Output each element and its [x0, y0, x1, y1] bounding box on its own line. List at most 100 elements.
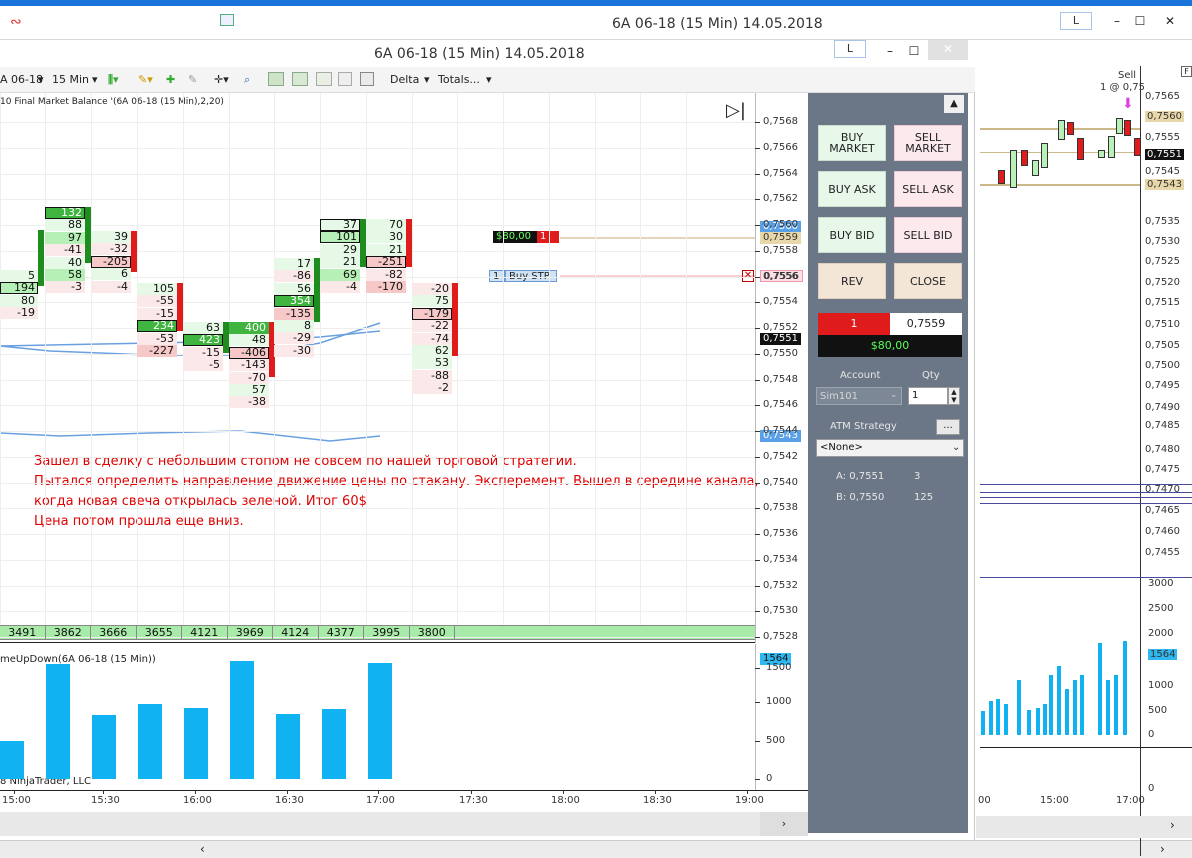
grid-line — [0, 508, 755, 510]
volume-total-cell: 3995 — [364, 626, 410, 640]
right-mid-channel — [980, 152, 1140, 153]
buy-ask-button[interactable]: BUY ASK — [818, 171, 886, 207]
atm-dropdown-icon[interactable]: ⌄ — [952, 442, 960, 453]
snapshot-icon[interactable] — [338, 72, 352, 86]
footprint-cell: -15 — [183, 346, 223, 359]
instrument-selector[interactable]: A 06-18 — [0, 73, 43, 86]
grid-vline — [640, 93, 641, 625]
draw-pencil-icon[interactable]: ✎▾ — [138, 73, 153, 86]
atm-settings-button[interactable]: ... — [936, 419, 960, 435]
time-axis-label: 18:00 — [551, 795, 580, 806]
price-axis-label: 0,7556 — [763, 270, 798, 282]
buy-bid-button[interactable]: BUY BID — [818, 217, 886, 253]
price-axis-label: 0,7566 — [763, 141, 798, 153]
price-axis-label: 0,7548 — [763, 373, 798, 385]
data-box-icon[interactable] — [360, 72, 374, 86]
time-axis-label: 15:00 — [2, 795, 31, 806]
atm-strategy-select[interactable]: <None> — [816, 439, 964, 457]
horizontal-scrollbar[interactable] — [0, 812, 808, 836]
footprint-cell: 62 — [412, 345, 452, 357]
outer-close-button[interactable]: ✕ — [1158, 12, 1182, 30]
bottom-scroll-left-icon[interactable]: ‹ — [200, 842, 205, 856]
right-level-line — [980, 503, 1192, 504]
close-position-button[interactable]: CLOSE — [894, 263, 962, 299]
price-axis-label: 0,7552 — [763, 322, 798, 333]
grid-vline — [595, 93, 596, 625]
price-axis-tick — [755, 379, 760, 381]
zoom-icon[interactable]: ⌕ — [244, 73, 250, 87]
footprint-cell: 53 — [412, 357, 452, 370]
qty-stepper-icon[interactable]: ▲ ▼ — [948, 387, 960, 405]
footprint-cell: 6 — [91, 268, 131, 281]
pnl-tag[interactable]: $80,00 — [493, 231, 537, 243]
totals-dropdown-icon[interactable]: ▾ — [486, 73, 492, 86]
properties-icon[interactable] — [316, 72, 332, 86]
time-axis-tick — [287, 790, 288, 794]
market-analyzer-icon[interactable] — [292, 72, 308, 86]
price-axis-label: 0,7562 — [763, 193, 798, 205]
inner-minimize-button[interactable]: – — [878, 42, 902, 60]
delta-selector[interactable]: Delta — [390, 73, 419, 86]
inner-close-button[interactable]: ✕ — [928, 40, 968, 60]
price-axis-label: 0,7534 — [763, 553, 798, 565]
footprint-cell: -82 — [366, 268, 406, 281]
outer-link-button[interactable]: L — [1060, 12, 1092, 30]
outer-window-title: 6A 06-18 (15 Min) 14.05.2018 — [612, 16, 823, 32]
remove-indicator-icon[interactable]: ✎ — [188, 73, 197, 86]
reverse-button[interactable]: REV — [818, 263, 886, 299]
time-axis-tick — [195, 790, 196, 794]
sell-bid-button[interactable]: SELL BID — [894, 217, 962, 253]
right-volume-axis-label: 2500 — [1148, 603, 1174, 614]
outer-maximize-button[interactable]: ☐ — [1128, 12, 1152, 30]
add-indicator-icon[interactable]: ✚ — [166, 73, 175, 86]
bottom-scrollbar[interactable] — [0, 840, 1192, 858]
grid-line — [0, 559, 755, 561]
time-axis-tick — [655, 790, 656, 794]
volume-total-cell: 4121 — [182, 626, 228, 640]
buy-market-button[interactable]: BUY MARKET — [818, 125, 886, 161]
inner-link-button[interactable]: L — [834, 40, 866, 58]
right-scroll-right-icon[interactable]: › — [1170, 818, 1175, 832]
bottom-scroll-right-icon[interactable]: › — [1160, 842, 1165, 856]
time-axis-label: 16:00 — [183, 795, 212, 806]
right-f-toggle-button[interactable]: F — [1181, 66, 1192, 77]
footprint-cell: -41 — [45, 244, 85, 257]
volume-axis-label: 500 — [766, 735, 786, 746]
inner-maximize-button[interactable]: ☐ — [902, 42, 926, 60]
volume-bar — [322, 708, 346, 779]
totals-selector[interactable]: Totals... — [438, 73, 480, 86]
interval-selector[interactable]: 15 Min — [52, 73, 89, 86]
price-axis-label: 0,7550 — [763, 347, 798, 359]
price-axis-tick — [755, 276, 760, 278]
price-axis-tick — [755, 559, 760, 561]
atm-strategy-label: ATM Strategy — [830, 421, 897, 432]
instrument-dropdown-icon[interactable]: ▾ — [38, 73, 44, 86]
qty-input[interactable]: 1 — [908, 387, 948, 405]
chart-icon[interactable] — [220, 14, 234, 26]
sell-market-button[interactable]: SELL MARKET — [894, 125, 962, 161]
outer-minimize-button[interactable]: – — [1105, 12, 1129, 30]
price-axis-tick — [755, 302, 760, 304]
crosshair-icon[interactable]: ✛▾ — [214, 73, 229, 86]
scroll-right-icon[interactable]: › — [760, 812, 808, 836]
price-axis-tick — [755, 173, 760, 175]
footprint-cell: 105 — [137, 283, 177, 295]
right-horizontal-scrollbar[interactable] — [976, 816, 1192, 838]
inner-title-bar: 6A 06-18 (15 Min) 14.05.2018 L – ☐ ✕ — [0, 40, 975, 67]
delta-dropdown-icon[interactable]: ▾ — [424, 73, 430, 86]
price-axis-label: 0,7546 — [763, 399, 798, 411]
right-volume-axis-label: 1564 — [1148, 649, 1178, 660]
account-dropdown-icon[interactable]: ⌄ — [890, 390, 898, 400]
footprint-cell: -86 — [274, 270, 314, 283]
collapse-panel-icon[interactable]: ▲ — [944, 95, 964, 113]
note-line-1: Зашел в сделку с небольшим стопом не сов… — [34, 454, 577, 469]
interval-dropdown-icon[interactable]: ▾ — [92, 73, 98, 86]
footprint-cell: 80 — [0, 294, 38, 307]
bar-type-icon[interactable]: ⫼▾ — [108, 73, 119, 87]
pnl-qty-tag[interactable]: 1 — [537, 231, 559, 243]
chart-trader-icon[interactable] — [268, 72, 284, 86]
sell-ask-button[interactable]: SELL ASK — [894, 171, 962, 207]
price-axis-tick — [755, 508, 760, 510]
grid-vline — [686, 93, 687, 625]
candle-body — [131, 231, 137, 272]
